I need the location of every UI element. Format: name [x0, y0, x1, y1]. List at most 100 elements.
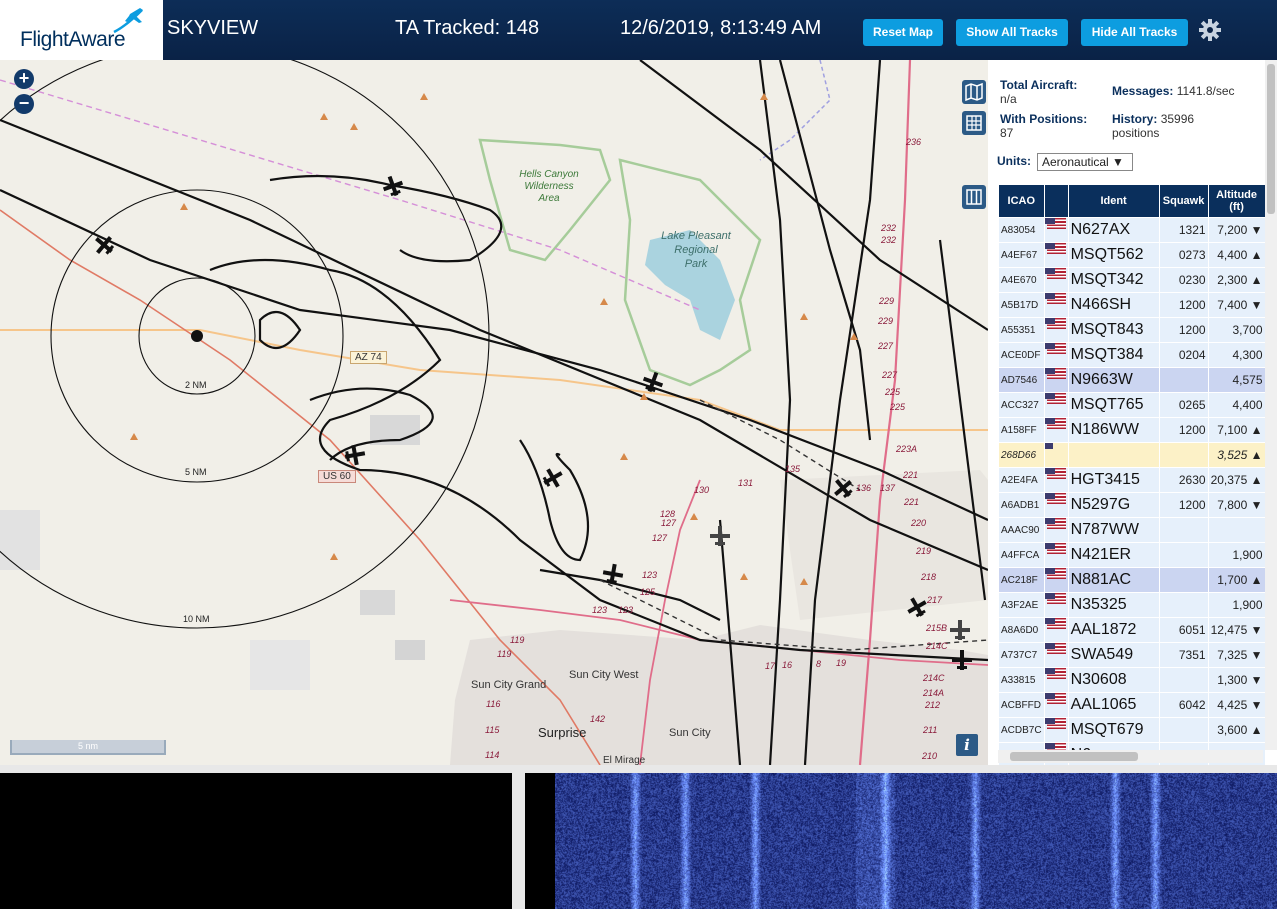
- cell-squawk: 2630: [1159, 468, 1208, 492]
- cell-altitude: 4,300: [1208, 343, 1265, 367]
- tracked-count: TA Tracked: 148: [395, 17, 540, 39]
- columns-icon: [966, 189, 982, 205]
- table-row[interactable]: A158FF N186WW 1200 7,100 ▲: [999, 418, 1265, 442]
- map-view[interactable]: Hells Canyon Wilderness Area Lake Pleasant…: [0, 60, 988, 765]
- us-flag-icon: [1046, 593, 1066, 604]
- split-divider[interactable]: [0, 765, 1277, 773]
- table-row[interactable]: AD7546 N9663W 4,575: [999, 368, 1265, 392]
- table-row[interactable]: A5B17D N466SH 1200 7,400 ▼: [999, 293, 1265, 317]
- table-row[interactable]: A4EF67 MSQT562 0273 4,400 ▲: [999, 243, 1265, 267]
- total-aircraft-value: n/a: [1000, 92, 1017, 106]
- cell-altitude: 2,300 ▲: [1208, 268, 1265, 292]
- table-row[interactable]: 268D66 3,525 ▲: [999, 443, 1265, 467]
- table-row[interactable]: A6ADB1 N5297G 1200 7,800 ▼: [999, 493, 1265, 517]
- cell-ident: N421ER: [1068, 543, 1159, 567]
- flightaware-logo[interactable]: FlightAware: [0, 0, 163, 60]
- table-row[interactable]: A737C7 SWA549 7351 7,325 ▼: [999, 643, 1265, 667]
- history-value: 35996: [1160, 112, 1195, 126]
- route-number: 119: [510, 635, 525, 645]
- table-row[interactable]: ACBFFD AAL1065 6042 4,425 ▼: [999, 693, 1265, 717]
- table-row[interactable]: A33815 N30608 1,300 ▼: [999, 668, 1265, 692]
- table-row[interactable]: A3F2AE N35325 1,900: [999, 593, 1265, 617]
- surprise-label: Surprise: [538, 725, 587, 740]
- ring-10nm-label: 10 NM: [183, 614, 210, 624]
- with-positions-value: 87: [1000, 126, 1014, 140]
- us-flag-icon: [1046, 293, 1066, 304]
- route-number: 218: [921, 572, 937, 582]
- us-flag-icon: [1046, 518, 1066, 529]
- table-row[interactable]: A55351 MSQT843 1200 3,700: [999, 318, 1265, 342]
- route-number: 19: [836, 658, 847, 668]
- table-row[interactable]: A2E4FA HGT3415 2630 20,375 ▲: [999, 468, 1265, 492]
- cell-flag: [1044, 443, 1068, 467]
- units-label: Units:: [997, 154, 1031, 168]
- route-number: 229: [878, 316, 894, 326]
- cell-icao: A55351: [999, 318, 1044, 342]
- route-number: 16: [782, 660, 793, 670]
- cell-flag: [1044, 393, 1068, 417]
- table-row[interactable]: ACDB7C MSQT679 3,600 ▲: [999, 718, 1265, 742]
- cell-flag: [1044, 293, 1068, 317]
- route-number: 214C: [926, 641, 948, 651]
- col-altitude[interactable]: Altitude (ft): [1208, 185, 1265, 217]
- map-grid-button[interactable]: [962, 111, 986, 135]
- vertical-split-divider[interactable]: [512, 765, 525, 909]
- route-number: 229: [879, 296, 895, 306]
- current-datetime: 12/6/2019, 8:13:49 AM: [620, 17, 822, 39]
- zoom-out-button[interactable]: −: [14, 94, 34, 114]
- zoom-in-button[interactable]: +: [14, 69, 34, 89]
- units-select[interactable]: Aeronautical ▼: [1037, 153, 1133, 171]
- col-ident[interactable]: Ident: [1068, 185, 1159, 217]
- col-squawk[interactable]: Squawk: [1159, 185, 1208, 217]
- cell-altitude: 7,100 ▲: [1208, 418, 1265, 442]
- table-row[interactable]: A83054 N627AX 1321 7,200 ▼: [999, 218, 1265, 242]
- show-all-tracks-button[interactable]: Show All Tracks: [956, 19, 1068, 46]
- total-aircraft-label: Total Aircraft:: [1000, 78, 1078, 92]
- cell-ident: MSQT843: [1068, 318, 1159, 342]
- reset-map-button[interactable]: Reset Map: [863, 19, 943, 46]
- col-flag[interactable]: [1044, 185, 1068, 217]
- map-layers-button[interactable]: [962, 80, 986, 104]
- us-flag-icon: [1046, 343, 1066, 354]
- cell-ident: AAL1065: [1068, 693, 1159, 717]
- column-toggle-button[interactable]: [962, 185, 986, 209]
- route-number: 212: [925, 700, 941, 710]
- table-row[interactable]: A8A6D0 AAL1872 6051 12,475 ▼: [999, 618, 1265, 642]
- table-row[interactable]: A4FFCA N421ER 1,900: [999, 543, 1265, 567]
- messages-stat: Messages: 1141.8/sec: [1112, 84, 1235, 98]
- cell-icao: A6ADB1: [999, 493, 1044, 517]
- cell-ident: N30608: [1068, 668, 1159, 692]
- cell-altitude: 1,900: [1208, 543, 1265, 567]
- cell-ident: MSQT765: [1068, 393, 1159, 417]
- cell-squawk: 1200: [1159, 318, 1208, 342]
- cell-altitude: 12,475 ▼: [1208, 618, 1265, 642]
- gear-icon[interactable]: [1198, 18, 1222, 42]
- panel-horizontal-scrollbar[interactable]: [998, 750, 1263, 763]
- cell-altitude: 3,700: [1208, 318, 1265, 342]
- us-flag-icon: [1046, 543, 1066, 554]
- with-positions-stat: With Positions: 87: [1000, 112, 1087, 140]
- table-row[interactable]: ACE0DF MSQT384 0204 4,300: [999, 343, 1265, 367]
- table-row[interactable]: A4E670 MSQT342 0230 2,300 ▲: [999, 268, 1265, 292]
- table-row[interactable]: ACC327 MSQT765 0265 4,400: [999, 393, 1265, 417]
- cell-icao: AD7546: [999, 368, 1044, 392]
- table-row[interactable]: AC218F N881AC 1,700 ▲: [999, 568, 1265, 592]
- history-unit: positions: [1112, 126, 1160, 140]
- cell-altitude: 7,200 ▼: [1208, 218, 1265, 242]
- sun-city-label: Sun City: [669, 727, 711, 739]
- table-row[interactable]: AAAC90 N787WW: [999, 518, 1265, 542]
- cell-squawk: 1321: [1159, 218, 1208, 242]
- cell-altitude: 1,700 ▲: [1208, 568, 1265, 592]
- az74-shield: AZ 74: [350, 351, 387, 364]
- panel-vertical-scrollbar[interactable]: [1265, 60, 1277, 750]
- cell-squawk: [1159, 568, 1208, 592]
- hide-all-tracks-button[interactable]: Hide All Tracks: [1081, 19, 1188, 46]
- cell-altitude: 3,525 ▲: [1208, 443, 1265, 467]
- grid-icon: [966, 115, 982, 131]
- cell-altitude: 4,575: [1208, 368, 1265, 392]
- cell-altitude: 4,425 ▼: [1208, 693, 1265, 717]
- info-icon[interactable]: i: [956, 734, 978, 756]
- col-icao[interactable]: ICAO: [999, 185, 1044, 217]
- cell-icao: ACE0DF: [999, 343, 1044, 367]
- cell-icao: A737C7: [999, 643, 1044, 667]
